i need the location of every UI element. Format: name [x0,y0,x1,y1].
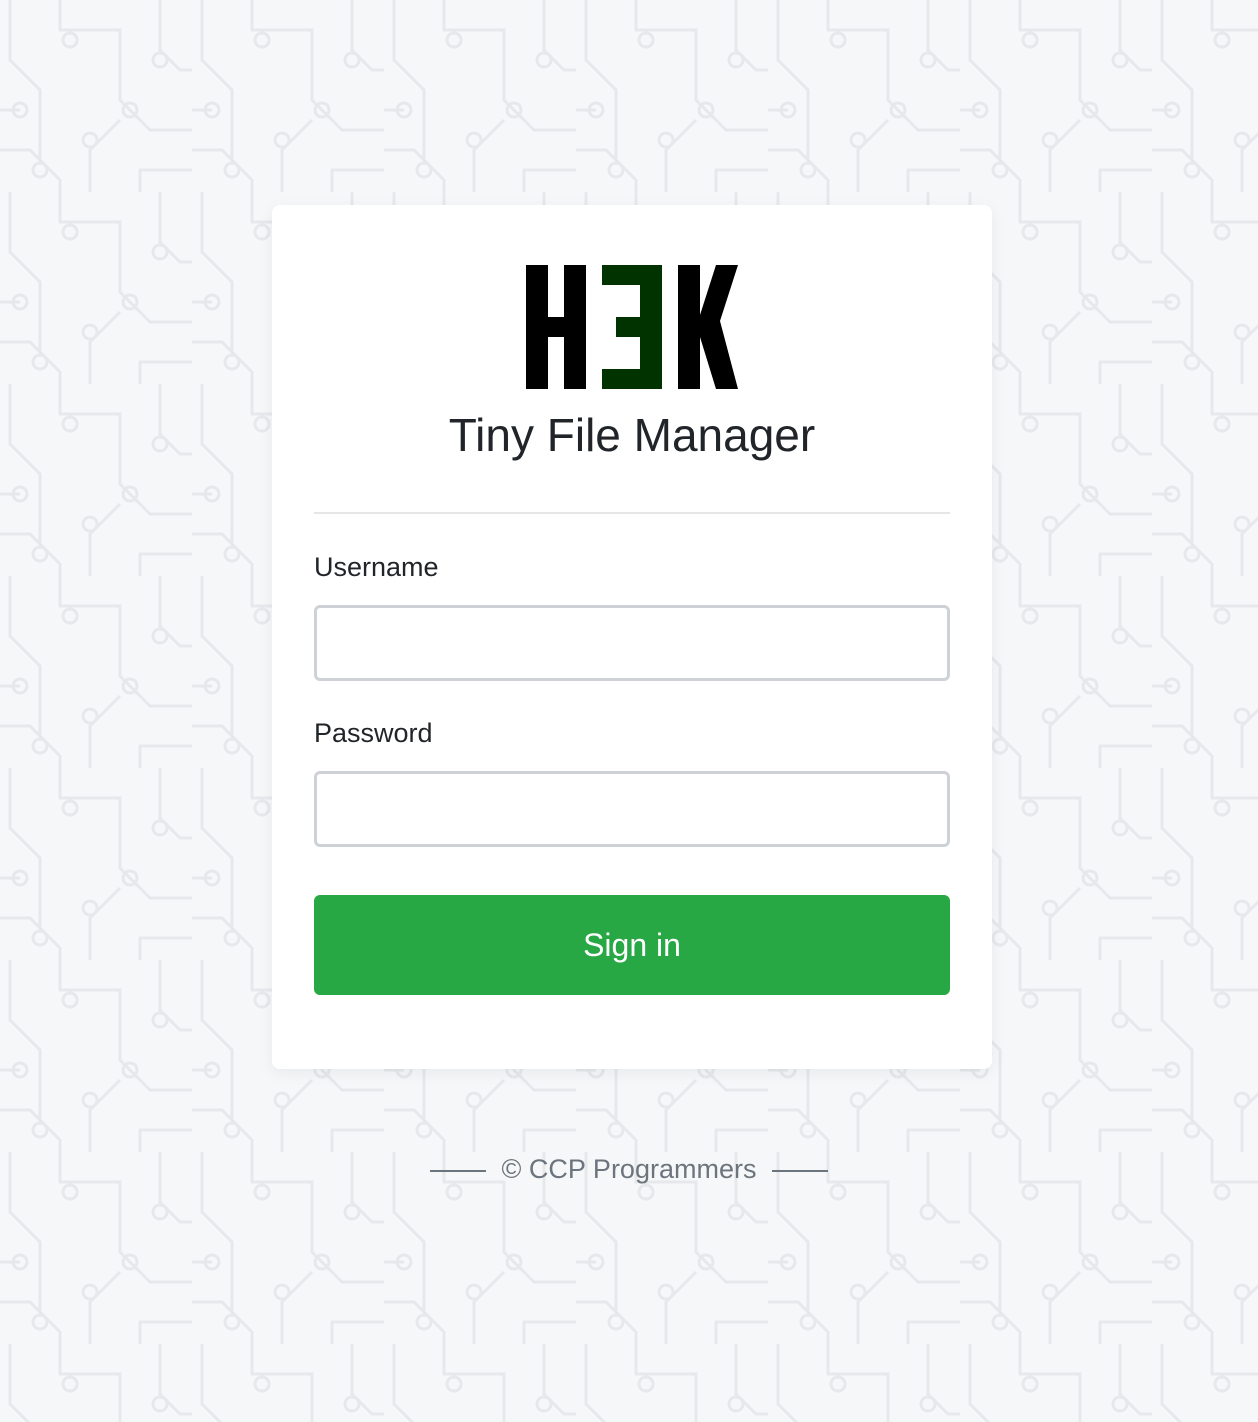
username-input[interactable] [314,605,950,681]
logo-letter-h [526,265,586,389]
h3k-logo-icon [526,265,738,389]
footer-line-right [771,1169,828,1172]
sign-in-button[interactable]: Sign in [314,895,950,995]
logo-letter-k [678,265,738,389]
logo-letter-3 [602,265,662,389]
login-card: Tiny File Manager Username Password Sign… [272,205,992,1069]
divider [314,512,950,514]
footer-line-left [430,1169,486,1172]
password-label: Password [314,718,433,748]
app-title: Tiny File Manager [448,409,816,461]
footer-copyright: © CCP Programmers [501,1154,757,1184]
logo [272,265,992,389]
password-input[interactable] [314,771,950,847]
footer: © CCP Programmers [0,1152,1258,1186]
username-label: Username [314,552,439,582]
